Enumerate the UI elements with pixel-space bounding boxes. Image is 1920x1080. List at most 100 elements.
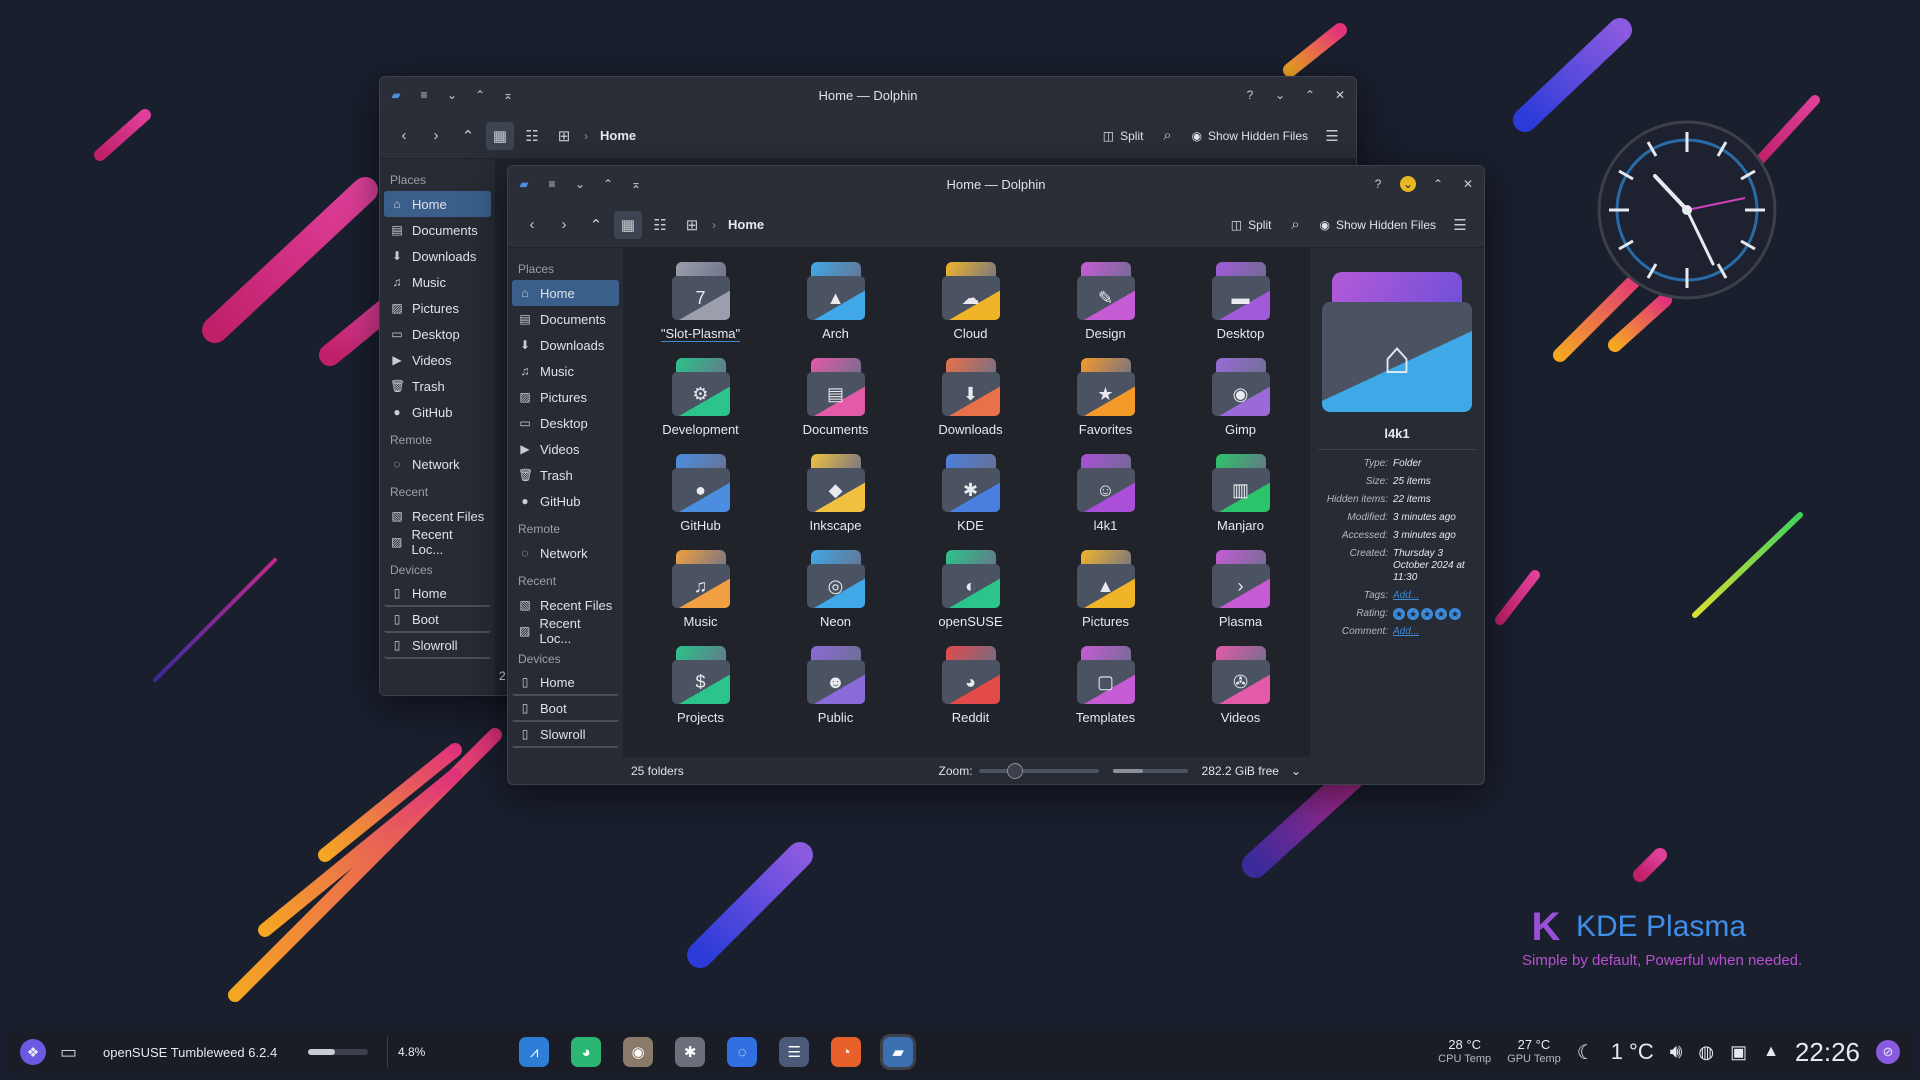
search-button[interactable]: ⌕ [1281, 211, 1309, 239]
folder-item[interactable]: ● GitHub [633, 446, 768, 542]
sidebar-item-desktop[interactable]: ▭ Desktop [384, 321, 491, 347]
gpu-temp[interactable]: 27 °C GPU Temp [1507, 1038, 1561, 1066]
sidebar-item-recent-files[interactable]: ▧ Recent Files [512, 592, 619, 618]
weather-temp[interactable]: 1 °C [1611, 1039, 1654, 1065]
sidebar-item-github[interactable]: ● GitHub [384, 399, 491, 425]
sidebar-item-trash[interactable]: 🗑︎ Trash [512, 462, 619, 488]
sidebar-item-github[interactable]: ● GitHub [512, 488, 619, 514]
close-icon[interactable]: ✕ [1332, 87, 1348, 103]
rating-stars[interactable]: ★ ★ ★ ★ ★ [1393, 608, 1476, 620]
breadcrumb[interactable]: Home [728, 217, 764, 232]
sidebar-item-slowroll[interactable]: ▯ Slowroll [512, 722, 619, 748]
folder-item[interactable]: 7 "Slot-Plasma" [633, 254, 768, 350]
chevron-up-icon[interactable]: ▲ [1763, 1043, 1779, 1061]
folder-item[interactable]: ⚙ Development [633, 350, 768, 446]
zoom-slider-handle[interactable] [1006, 762, 1023, 779]
sidebar-item-downloads[interactable]: ⬇ Downloads [384, 243, 491, 269]
folder-item[interactable]: ☻ Public [768, 638, 903, 734]
help-icon[interactable]: ? [1370, 176, 1386, 192]
task-label[interactable]: openSUSE Tumbleweed 6.2.4 [91, 1037, 289, 1067]
notifications-icon[interactable]: ◍ [1698, 1042, 1714, 1063]
mastodon-icon[interactable]: ◕ [571, 1037, 602, 1067]
chevron-up-icon[interactable]: ⌃ [600, 176, 616, 192]
details-view-button[interactable]: ⊞ [678, 211, 706, 239]
sidebar-item-recent-loc[interactable]: ▨ Recent Loc... [384, 527, 491, 557]
cpu-usage[interactable]: 4.8% [387, 1037, 435, 1067]
settings-icon[interactable]: ✱ [675, 1037, 706, 1067]
minimize-icon[interactable]: ⌄ [1272, 87, 1288, 103]
folder-item[interactable]: ◕ Reddit [903, 638, 1038, 734]
app-launcher-button[interactable]: ❖ [20, 1037, 46, 1067]
sidebar-item-boot[interactable]: ▯ Boot [512, 696, 619, 722]
folder-item[interactable]: ♫ Music [633, 542, 768, 638]
star-icon[interactable]: ★ [1407, 608, 1419, 620]
sidebar-item-slowroll[interactable]: ▯ Slowroll [384, 633, 491, 659]
folder-item[interactable]: ☁ Cloud [903, 254, 1038, 350]
discover-icon[interactable]: ◌ [727, 1037, 758, 1067]
icons-view-button[interactable]: ▦ [486, 121, 514, 150]
folder-item[interactable]: ✇ Videos [1173, 638, 1308, 734]
folder-item[interactable]: ◆ Inkscape [768, 446, 903, 542]
dolphin-app-icon[interactable]: ▰ [388, 87, 404, 103]
folder-item[interactable]: ▬ Desktop [1173, 254, 1308, 350]
sidebar-item-videos[interactable]: ▶ Videos [512, 436, 619, 462]
add-comment-link[interactable]: Add... [1393, 626, 1476, 638]
icons-view-button[interactable]: ▦ [614, 210, 642, 239]
forward-button[interactable]: › [422, 122, 450, 150]
folder-item[interactable]: ▤ Documents [768, 350, 903, 446]
sidebar-item-documents[interactable]: ▤ Documents [512, 306, 619, 332]
clock[interactable]: 22:26 [1795, 1037, 1860, 1068]
cpu-temp[interactable]: 28 °C CPU Temp [1438, 1038, 1491, 1066]
sidebar-item-home[interactable]: ▯ Home [512, 670, 619, 696]
menu-icon[interactable]: ≡ [544, 176, 560, 192]
sidebar-item-network[interactable]: ◌ Network [512, 540, 619, 566]
sidebar-item-documents[interactable]: ▤ Documents [384, 217, 491, 243]
dolphin-icon[interactable]: ▰ [883, 1037, 914, 1067]
chevron-down-icon[interactable]: ⌄ [572, 176, 588, 192]
file-view[interactable]: 7 "Slot-Plasma" ▲ Arch ☁ Cloud ✎ Design ▬ Desktop… [623, 248, 1309, 756]
maximize-icon[interactable]: ⌃ [1430, 176, 1446, 192]
folder-item[interactable]: › Plasma [1173, 542, 1308, 638]
peek-desktop-icon[interactable]: ⊘ [1876, 1040, 1900, 1064]
overview-button[interactable]: ▭ [60, 1037, 77, 1067]
chevron-down-icon[interactable]: ⌄ [1291, 764, 1301, 778]
hamburger-menu-button[interactable]: ☰ [1318, 122, 1346, 150]
titlebar[interactable]: ▰ ≡ ⌄ ⌃ ⌅ Home — Dolphin ? ⌄ ⌃ ✕ [380, 77, 1356, 113]
firefox-icon[interactable]: ◔ [831, 1037, 862, 1067]
up-button[interactable]: ⌃ [454, 122, 482, 150]
gimp-icon[interactable]: ◉ [623, 1037, 654, 1067]
sidebar-item-pictures[interactable]: ▨ Pictures [512, 384, 619, 410]
sidebar-item-boot[interactable]: ▯ Boot [384, 607, 491, 633]
up-button[interactable]: ⌃ [582, 211, 610, 239]
dolphin-app-icon[interactable]: ▰ [516, 176, 532, 192]
star-icon[interactable]: ★ [1449, 608, 1461, 620]
split-button[interactable]: ◫ Split [1225, 218, 1278, 232]
sidebar-item-desktop[interactable]: ▭ Desktop [512, 410, 619, 436]
sidebar-item-recent-loc[interactable]: ▨ Recent Loc... [512, 616, 619, 646]
folder-item[interactable]: ◎ Neon [768, 542, 903, 638]
sidebar-item-home[interactable]: ⌂ Home [384, 191, 491, 217]
folder-item[interactable]: ▲ Arch [768, 254, 903, 350]
menu-icon[interactable]: ≡ [416, 87, 432, 103]
chevron-down-icon[interactable]: ⌄ [444, 87, 460, 103]
sidebar-item-network[interactable]: ◌ Network [384, 451, 491, 477]
add-tags-link[interactable]: Add... [1393, 590, 1476, 602]
keep-above-icon[interactable]: ⌅ [628, 176, 644, 192]
dolphin-window-front[interactable]: ▰ ≡ ⌄ ⌃ ⌅ Home — Dolphin ? ⌄ ⌃ ✕ ‹ › ⌃ ▦… [507, 165, 1485, 785]
sidebar-item-downloads[interactable]: ⬇ Downloads [512, 332, 619, 358]
show-hidden-files-button[interactable]: ◉ Show Hidden Files [1313, 218, 1442, 232]
zoom-slider[interactable] [978, 762, 1099, 779]
maximize-icon[interactable]: ⌃ [1302, 87, 1318, 103]
control-panel-icon[interactable]: ☰ [779, 1037, 810, 1067]
star-icon[interactable]: ★ [1435, 608, 1447, 620]
split-button[interactable]: ◫ Split [1097, 129, 1150, 143]
star-icon[interactable]: ★ [1393, 608, 1405, 620]
minimize-icon[interactable]: ⌄ [1400, 176, 1416, 192]
back-button[interactable]: ‹ [390, 122, 418, 150]
hamburger-menu-button[interactable]: ☰ [1446, 211, 1474, 239]
compact-view-button[interactable]: ☷ [518, 122, 546, 150]
folder-item[interactable]: ▲ Pictures [1038, 542, 1173, 638]
folder-item[interactable]: ✱ KDE [903, 446, 1038, 542]
folder-item[interactable]: ◉ Gimp [1173, 350, 1308, 446]
sidebar-item-music[interactable]: ♫ Music [384, 269, 491, 295]
